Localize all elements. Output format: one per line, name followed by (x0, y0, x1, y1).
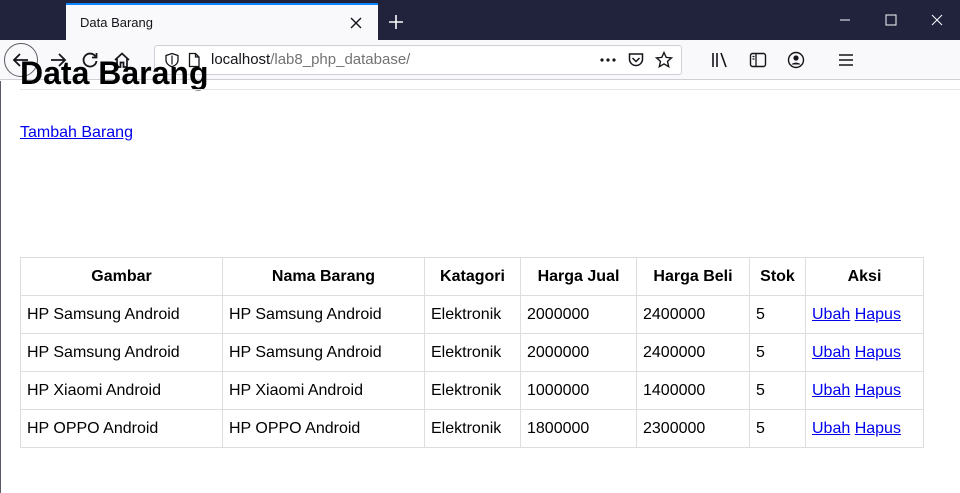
cell-aksi: Ubah Hapus (805, 371, 924, 410)
cell-nama: HP Samsung Android (222, 295, 425, 334)
cell-gambar: HP Samsung Android (20, 333, 223, 372)
cell-stok: 5 (749, 371, 806, 410)
hapus-link[interactable]: Hapus (855, 382, 901, 399)
hapus-link[interactable]: Hapus (855, 420, 901, 437)
cell-harga-beli: 2400000 (636, 295, 750, 334)
url-path: /lab8_php_database/ (270, 51, 411, 68)
url-text: localhost/lab8_php_database/ (205, 51, 597, 68)
hapus-link[interactable]: Hapus (855, 344, 901, 361)
library-icon[interactable] (704, 44, 736, 76)
tab-strip-padding (0, 0, 66, 40)
cell-nama: HP Xiaomi Android (222, 371, 425, 410)
header-katagori: Katagori (424, 257, 521, 296)
menu-icon[interactable] (830, 44, 862, 76)
table-header-row: Gambar Nama Barang Katagori Harga Jual H… (20, 257, 924, 296)
window-border (0, 81, 1, 493)
header-harga-beli: Harga Beli (636, 257, 750, 296)
cell-harga-beli: 2400000 (636, 333, 750, 372)
cell-nama: HP Samsung Android (222, 333, 425, 372)
title-divider (20, 89, 960, 90)
cell-harga-jual: 2000000 (520, 333, 637, 372)
header-aksi: Aksi (805, 257, 924, 296)
table-row: HP Samsung Android HP Samsung Android El… (20, 295, 924, 334)
window-close-icon[interactable] (914, 0, 960, 40)
more-icon[interactable] (597, 49, 619, 71)
data-table: Gambar Nama Barang Katagori Harga Jual H… (20, 257, 924, 448)
sidebar-icon[interactable] (742, 44, 774, 76)
cell-kategori: Elektronik (424, 409, 521, 448)
cell-stok: 5 (749, 409, 806, 448)
cell-harga-jual: 1800000 (520, 409, 637, 448)
cell-aksi: Ubah Hapus (805, 409, 924, 448)
close-icon[interactable] (346, 13, 366, 33)
cell-nama: HP OPPO Android (222, 409, 425, 448)
cell-gambar: HP OPPO Android (20, 409, 223, 448)
cell-aksi: Ubah Hapus (805, 333, 924, 372)
cell-kategori: Elektronik (424, 371, 521, 410)
star-icon[interactable] (653, 49, 675, 71)
title-bar: Data Barang (0, 0, 960, 40)
tab-title: Data Barang (80, 15, 153, 30)
ubah-link[interactable]: Ubah (812, 344, 850, 361)
header-stok: Stok (749, 257, 806, 296)
cell-harga-beli: 1400000 (636, 371, 750, 410)
plus-icon[interactable] (378, 3, 414, 40)
cell-gambar: HP Samsung Android (20, 295, 223, 334)
address-bar[interactable]: localhost/lab8_php_database/ (154, 44, 682, 75)
table-row: HP Samsung Android HP Samsung Android El… (20, 333, 924, 372)
table-row: HP Xiaomi Android HP Xiaomi Android Elek… (20, 371, 924, 410)
hapus-link[interactable]: Hapus (855, 306, 901, 323)
page-title: Data Barang (20, 55, 209, 91)
table-row: HP OPPO Android HP OPPO Android Elektron… (20, 409, 924, 448)
cell-harga-jual: 1000000 (520, 371, 637, 410)
cell-gambar: HP Xiaomi Android (20, 371, 223, 410)
toolbar-right (704, 44, 862, 76)
pocket-icon[interactable] (625, 49, 647, 71)
cell-stok: 5 (749, 295, 806, 334)
header-nama-barang: Nama Barang (222, 257, 425, 296)
cell-kategori: Elektronik (424, 295, 521, 334)
minimize-icon[interactable] (822, 0, 868, 40)
cell-harga-jual: 2000000 (520, 295, 637, 334)
maximize-icon[interactable] (868, 0, 914, 40)
ubah-link[interactable]: Ubah (812, 420, 850, 437)
cell-kategori: Elektronik (424, 333, 521, 372)
tambah-barang-link[interactable]: Tambah Barang (20, 124, 133, 142)
header-gambar: Gambar (20, 257, 223, 296)
cell-aksi: Ubah Hapus (805, 295, 924, 334)
ubah-link[interactable]: Ubah (812, 306, 850, 323)
account-icon[interactable] (780, 44, 812, 76)
ubah-link[interactable]: Ubah (812, 382, 850, 399)
url-host: localhost (211, 51, 271, 68)
cell-stok: 5 (749, 333, 806, 372)
tab-data-barang[interactable]: Data Barang (66, 3, 378, 40)
header-harga-jual: Harga Jual (520, 257, 637, 296)
cell-harga-beli: 2300000 (636, 409, 750, 448)
